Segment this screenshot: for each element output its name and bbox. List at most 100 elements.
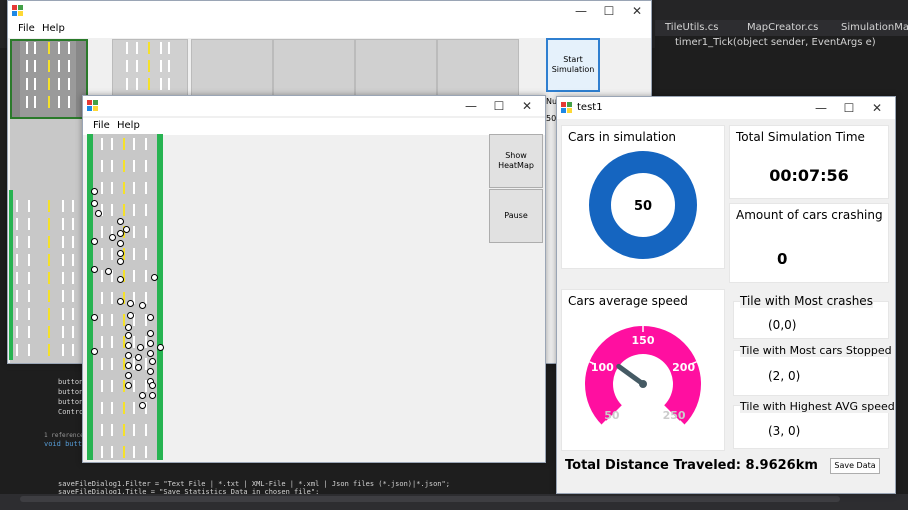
menu-file[interactable]: File xyxy=(18,23,35,34)
gauge-tick-label: 150 xyxy=(632,334,655,347)
ide-tab[interactable]: MapCreator.cs xyxy=(747,22,818,33)
ide-tab[interactable]: SimulationMap.cs xyxy=(841,22,908,33)
lane-dash xyxy=(68,60,70,72)
lane-dash xyxy=(145,446,147,458)
lane-dash xyxy=(48,96,50,108)
maximize-icon[interactable]: ☐ xyxy=(485,96,513,116)
lane-dash xyxy=(16,254,18,266)
lane-dash xyxy=(111,336,113,348)
car xyxy=(117,218,124,225)
lane-dash xyxy=(62,236,64,248)
code-line: button xyxy=(58,378,84,386)
lane-dash xyxy=(145,248,147,260)
lane-dash xyxy=(123,424,125,436)
app-icon xyxy=(561,102,572,113)
lane-dash xyxy=(101,248,103,260)
lane-dash xyxy=(123,160,125,172)
lane-dash xyxy=(133,446,135,458)
lane-dash xyxy=(28,272,30,284)
lane-dash xyxy=(160,60,162,72)
car xyxy=(135,354,142,361)
lane-dash xyxy=(28,344,30,356)
lane-dash xyxy=(48,200,50,212)
lane-dash xyxy=(58,78,60,90)
car xyxy=(95,210,102,217)
car xyxy=(157,344,164,351)
close-icon[interactable]: ✕ xyxy=(863,98,891,118)
minimize-icon[interactable]: — xyxy=(807,98,835,118)
car xyxy=(151,274,158,281)
lane-dash xyxy=(101,402,103,414)
maximize-icon[interactable]: ☐ xyxy=(835,98,863,118)
lane-dash xyxy=(101,380,103,392)
car xyxy=(91,348,98,355)
car xyxy=(149,382,156,389)
grass-left xyxy=(87,134,93,460)
grass-edge xyxy=(9,190,13,360)
lane-dash xyxy=(136,78,138,90)
car xyxy=(135,364,142,371)
lane-dash xyxy=(72,272,74,284)
pause-button[interactable]: Pause xyxy=(489,189,543,243)
lane-dash xyxy=(133,160,135,172)
lane-dash xyxy=(16,290,18,302)
lane-dash xyxy=(123,402,125,414)
lane-dash xyxy=(111,138,113,150)
app-icon xyxy=(12,5,23,16)
ide-tab-strip: TileUtils.cs MapCreator.cs SimulationMap… xyxy=(655,20,908,36)
save-data-button[interactable]: Save Data xyxy=(830,458,880,474)
show-heatmap-button[interactable]: Show HeatMap xyxy=(489,134,543,188)
lane-dash xyxy=(16,200,18,212)
lane-dash xyxy=(62,200,64,212)
car xyxy=(117,240,124,247)
lane-dash xyxy=(101,270,103,282)
lane-dash xyxy=(34,60,36,72)
horizontal-scrollbar[interactable] xyxy=(20,496,840,502)
menu-help[interactable]: Help xyxy=(117,120,140,131)
menu-help[interactable]: Help xyxy=(42,23,65,34)
start-simulation-button[interactable]: Start Simulation xyxy=(546,38,600,92)
lane-dash xyxy=(101,138,103,150)
card-title: Tile with Most cars Stopped xyxy=(740,344,892,357)
lane-dash xyxy=(145,182,147,194)
method-breadcrumb[interactable]: timer1_Tick(object sender, EventArgs e) xyxy=(675,37,876,48)
code-line: Contro xyxy=(58,408,84,416)
close-icon[interactable]: ✕ xyxy=(513,96,541,116)
lane-dash xyxy=(48,326,50,338)
ide-tab[interactable]: TileUtils.cs xyxy=(665,22,718,33)
lane-dash xyxy=(16,326,18,338)
lane-dash xyxy=(62,218,64,230)
lane-dash xyxy=(148,42,150,54)
simulation-road xyxy=(87,134,164,460)
lane-dash xyxy=(123,314,125,326)
lane-dash xyxy=(111,292,113,304)
car xyxy=(149,392,156,399)
lane-dash xyxy=(26,96,28,108)
lane-dash xyxy=(28,254,30,266)
code-line: saveFileDialog1.Filter = "Text File | *.… xyxy=(58,480,450,488)
lane-dash xyxy=(48,344,50,356)
lane-dash xyxy=(126,60,128,72)
maximize-icon[interactable]: ☐ xyxy=(595,1,623,21)
menu-file[interactable]: File xyxy=(93,120,110,131)
total-time-card: Total Simulation Time 00:07:56 xyxy=(729,125,889,199)
app-icon xyxy=(87,100,98,111)
lane-dash xyxy=(72,200,74,212)
car xyxy=(127,300,134,307)
lane-dash xyxy=(136,42,138,54)
lane-dash xyxy=(48,78,50,90)
lane-dash xyxy=(111,424,113,436)
lane-dash xyxy=(68,96,70,108)
most-stopped-value: (2, 0) xyxy=(768,369,801,383)
most-crashes-value: (0,0) xyxy=(768,318,797,332)
lane-dash xyxy=(101,424,103,436)
lane-dash xyxy=(145,292,147,304)
minimize-icon[interactable]: — xyxy=(457,96,485,116)
close-icon[interactable]: ✕ xyxy=(623,1,651,21)
car xyxy=(147,350,154,357)
car xyxy=(139,302,146,309)
minimize-icon[interactable]: — xyxy=(567,1,595,21)
lane-dash xyxy=(148,78,150,90)
lane-dash xyxy=(62,344,64,356)
car xyxy=(147,330,154,337)
